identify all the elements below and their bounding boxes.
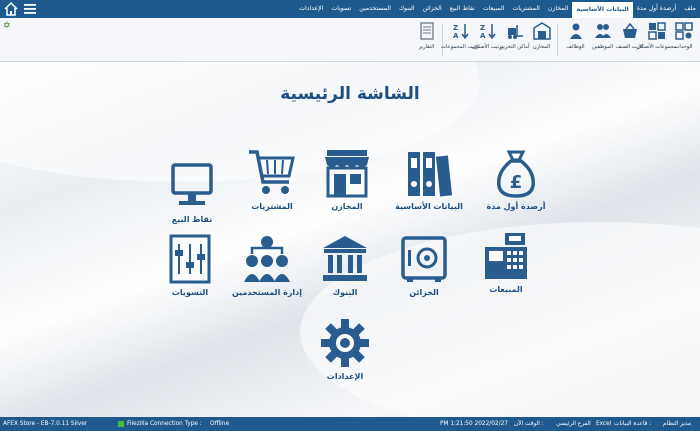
ribbon-units[interactable]: الوحدات [671,20,696,60]
svg-text:Z: Z [453,24,458,32]
shopping-cart-icon [249,150,295,194]
tile-treasuries[interactable]: الخزائن [379,234,469,297]
ribbon-jobs[interactable]: الوظائف [563,20,588,60]
store-icon [532,22,551,40]
sort-za-icon: ZA [453,24,469,40]
tile-label: البيانات الأساسية [395,202,463,211]
database-label: Filezilla [127,421,149,427]
app-version: AFEX Store - EB-7.0.11 Silver [3,421,88,427]
tile-label: الإعدادات [326,372,364,381]
clock-label: الوقت الآن : [514,421,544,427]
top-tab-bar: ملف أرصدة أول مدة البيانات الأساسية المخ… [0,0,700,18]
ribbon-label: الوحدات [674,44,693,50]
pin-icon[interactable]: ✡ [3,21,11,31]
database-name: Filezilla [118,417,148,431]
gear-icon [321,319,369,367]
tile-label: المخازن [331,202,363,211]
money-bag-icon: £ [497,150,535,198]
tile-settings[interactable]: الإعدادات [300,318,390,381]
tab-opening-balances[interactable]: أرصدة أول مدة [633,0,680,18]
excel-link[interactable]: Excel [596,417,611,431]
tile-settlements[interactable]: التسويات [145,234,235,297]
svg-text:Z: Z [480,24,485,32]
hamburger-menu-icon[interactable] [22,1,38,17]
ribbon-item-groups[interactable]: مجموعات الأصناف [636,20,677,60]
tab-treasuries[interactable]: الخزائن [419,0,446,18]
tab-pos[interactable]: نقاط البيع [446,0,479,18]
employees-icon [594,24,611,38]
tile-label: نقاط البيع [171,215,213,224]
svg-text:£: £ [510,172,523,193]
bank-icon [323,236,367,281]
storefront-icon [325,150,369,198]
basket-icon [622,22,637,38]
tile-sales[interactable]: المبيعات [461,231,551,294]
clock: PM 1:21:50 2022/02/27 [440,421,508,427]
tile-user-management[interactable]: إدارة المستخدمين [222,234,312,297]
database-info-label: قاعدة البيانات : [614,421,652,427]
groups-icon [647,22,666,40]
tile-basic-data[interactable]: البيانات الأساسية [384,148,474,211]
svg-text:A: A [453,32,459,40]
home-icon[interactable] [3,1,19,17]
tab-banks[interactable]: البنوك [395,0,419,18]
sliders-panel-icon [169,234,211,284]
ribbon-sort-items[interactable]: ZA ترتيب الأصناف [472,20,503,60]
users-group-icon [244,236,290,282]
ribbon-employees[interactable]: الموظفين [590,20,615,60]
ribbon-item-card[interactable]: كارت الصنف [616,20,643,60]
connection-type-label: Connection Type : [150,421,202,427]
ribbon-separator [442,24,443,56]
tile-purchases[interactable]: المشتريات [227,148,317,211]
cash-register-icon [485,233,527,279]
tab-settings[interactable]: الإعدادات [295,0,327,18]
tile-label: الخزائن [409,288,439,297]
monitor-icon [171,163,213,205]
tab-strip: ملف أرصدة أول مدة البيانات الأساسية المخ… [295,0,700,18]
reports-icon [419,22,434,40]
jobs-icon [569,23,582,39]
tab-file[interactable]: ملف [680,0,700,18]
ribbon-storage-places[interactable]: أماكن التخزين [499,20,530,60]
ribbon-label: أماكن التخزين [499,44,530,50]
forklift-icon [507,25,523,39]
tab-stores[interactable]: المخازن [544,0,573,18]
tile-pos[interactable]: نقاط البيع [147,161,237,224]
tile-label: البنوك [332,288,358,297]
tab-basic-data[interactable]: البيانات الأساسية [572,0,633,18]
units-icon [674,22,693,40]
tile-banks[interactable]: البنوك [300,234,390,297]
tile-label: إدارة المستخدمين [231,288,303,297]
ribbon-label: المخازن [532,44,551,50]
status-bar: AFEX Store - EB-7.0.11 Silver Filezilla … [0,417,700,431]
tab-users[interactable]: المستخدمين [355,0,395,18]
ribbon-reports[interactable]: التقارير [414,20,439,60]
tile-label: أرصدة أول مدة [486,202,546,211]
ribbon-sort-groups[interactable]: ZA ترتيب المجموعات [441,20,480,60]
sort-az-icon: ZA [480,24,496,40]
ribbon-stores[interactable]: المخازن [529,20,554,60]
ribbon-label: الوظائف [566,44,585,50]
branch-name[interactable]: الفرع الرئيسي [556,417,591,431]
connection-indicator [118,420,124,427]
tile-label: التسويات [171,288,209,297]
tab-settlements[interactable]: تسويات [327,0,355,18]
current-user: مدير النظام [663,421,692,427]
tile-label: المشتريات [251,202,293,211]
ribbon-label: الموظفين [592,44,613,50]
ribbon-toolbar: ✡ الوحدات مجموعات الأصناف كارت الصنف الم… [0,18,700,62]
ribbon-label: التقارير [418,44,435,50]
page-title: الشاشة الرئيسية [280,84,420,104]
connection-type-value: Offline [210,421,230,427]
tile-label: المبيعات [489,285,523,294]
tab-purchases[interactable]: المشتريات [508,0,543,18]
svg-text:A: A [480,32,486,40]
safe-icon [401,236,447,282]
tab-sales[interactable]: المبيعات [479,0,509,18]
ribbon-separator [557,24,558,56]
main-dashboard: الشاشة الرئيسية £ أرصدة أول مدة البيانات… [0,62,700,417]
tile-opening-balances[interactable]: £ أرصدة أول مدة [471,148,561,211]
binders-icon [408,152,453,197]
